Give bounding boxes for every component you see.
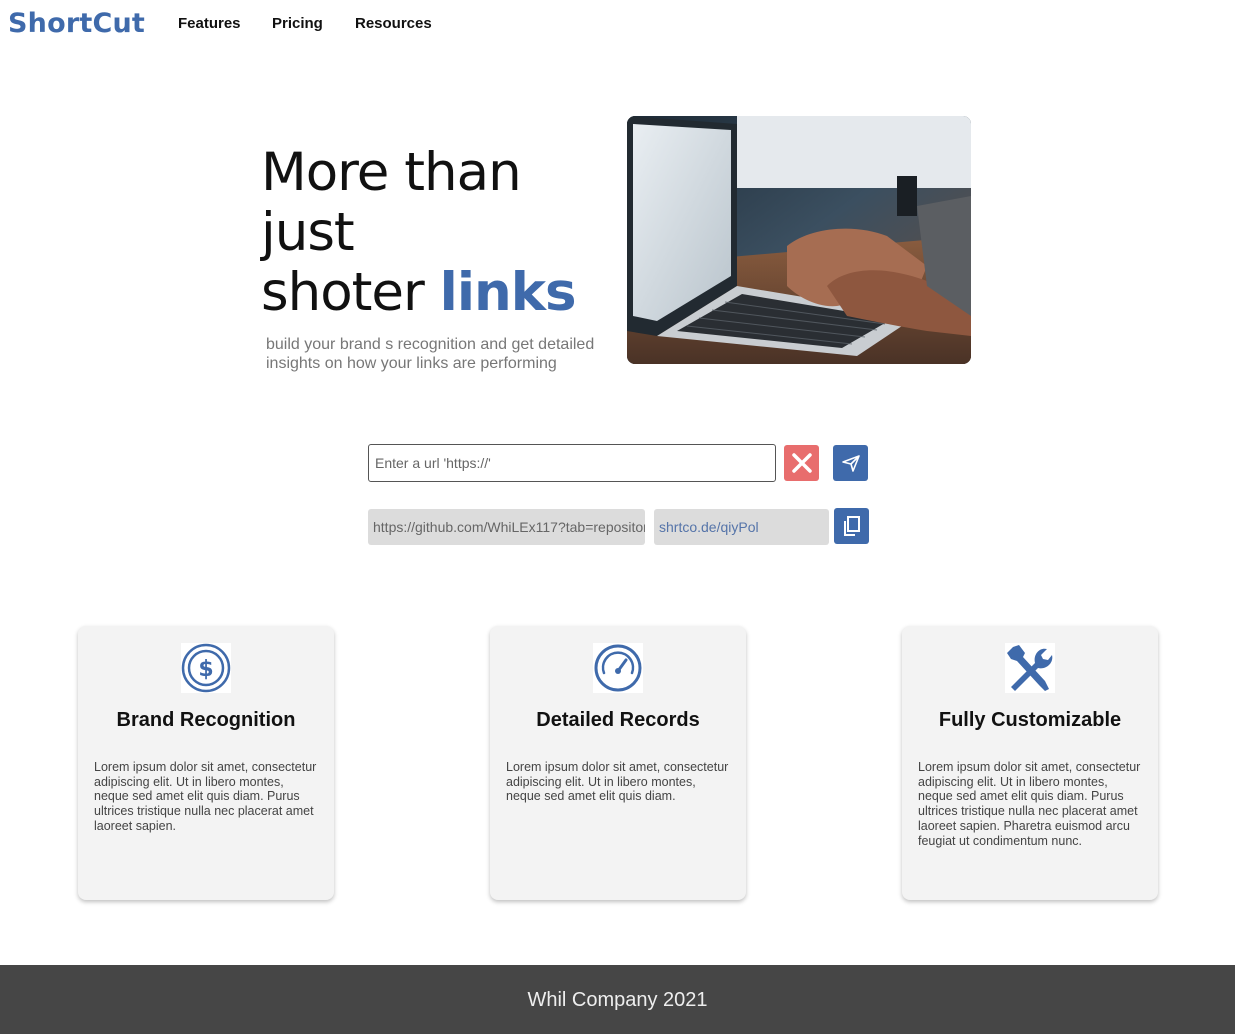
speedometer-icon: [594, 644, 642, 692]
feature-card-fully-customizable: Fully Customizable Lorem ipsum dolor sit…: [902, 626, 1158, 900]
hero-title-line1: More than just: [261, 142, 522, 263]
nav-link-resources[interactable]: Resources: [355, 15, 432, 32]
card-icon-wrapper: $: [181, 643, 231, 693]
hero-title-line2: shoter: [261, 262, 440, 323]
card-title: Fully Customizable: [938, 709, 1122, 731]
hero-title: More than just shoter links: [261, 143, 621, 323]
svg-text:$: $: [198, 657, 213, 682]
top-navbar: ShortCut Features Pricing Resources: [0, 0, 1235, 50]
footer: Whil Company 2021: [0, 965, 1235, 1034]
feature-card-brand-recognition: $ Brand Recognition Lorem ipsum dolor si…: [78, 626, 334, 900]
card-text: Lorem ipsum dolor sit amet, consectetur …: [506, 760, 729, 804]
feature-card-detailed-records: Detailed Records Lorem ipsum dolor sit a…: [490, 626, 746, 900]
card-text: Lorem ipsum dolor sit amet, consectetur …: [918, 760, 1141, 848]
card-icon-wrapper: [1005, 643, 1055, 693]
laptop-typing-photo: [627, 116, 971, 364]
nav-link-features[interactable]: Features: [178, 15, 241, 32]
card-title: Brand Recognition: [116, 709, 296, 731]
logo[interactable]: ShortCut: [8, 8, 145, 39]
url-input[interactable]: [368, 444, 776, 482]
card-text: Lorem ipsum dolor sit amet, consectetur …: [94, 760, 317, 833]
shorten-button[interactable]: [833, 445, 868, 481]
result-original-url: https://github.com/WhiLEx117?tab=reposit…: [368, 509, 645, 545]
hero-subtitle: build your brand s recognition and get d…: [266, 336, 595, 372]
copy-button[interactable]: [834, 508, 869, 544]
card-title: Detailed Records: [536, 709, 700, 731]
hero-image: [627, 116, 971, 364]
tools-icon: [1007, 645, 1053, 691]
nav-link-pricing[interactable]: Pricing: [272, 15, 323, 32]
copy-icon: [843, 516, 860, 536]
clear-button[interactable]: [784, 445, 819, 481]
send-icon: [841, 455, 860, 472]
x-icon: [791, 453, 812, 473]
card-icon-wrapper: [593, 643, 643, 693]
hero-title-accent: links: [439, 262, 577, 323]
footer-text: Whil Company 2021: [527, 989, 708, 1011]
dollar-circle-icon: $: [181, 643, 231, 693]
result-short-url[interactable]: shrtco.de/qiyPol: [654, 509, 829, 545]
